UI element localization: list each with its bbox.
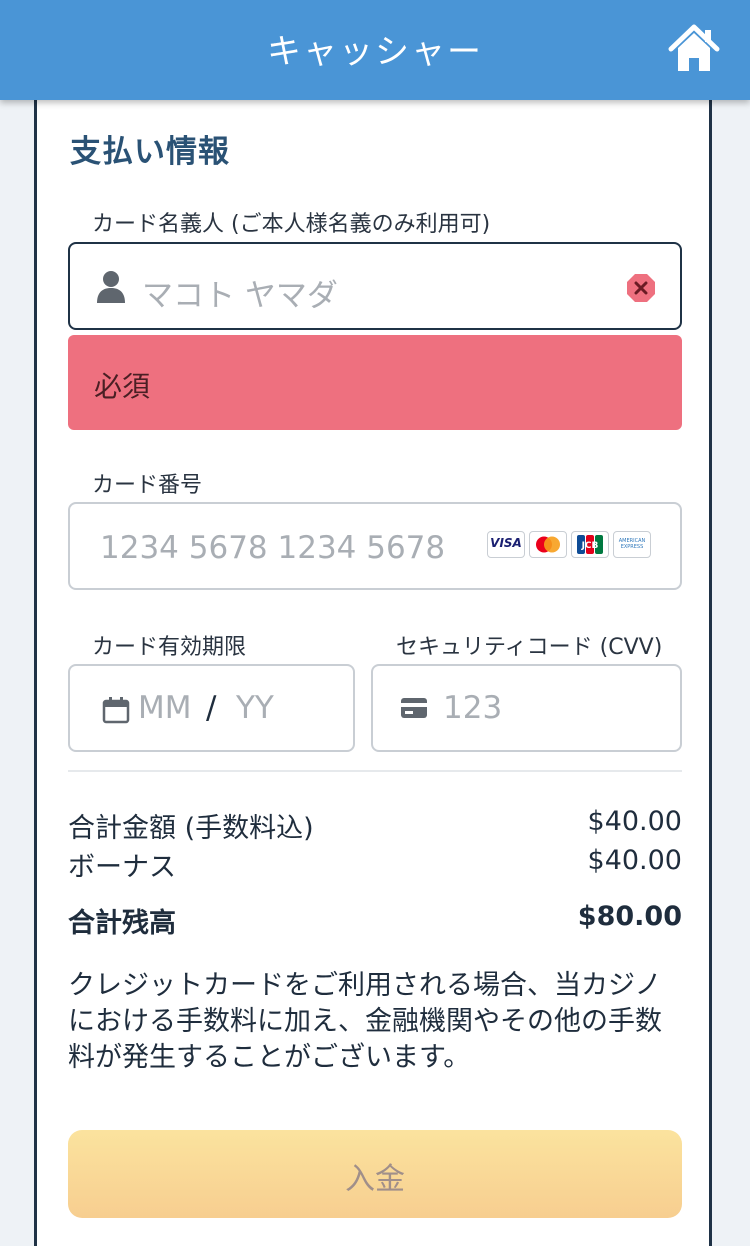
calendar-icon	[102, 696, 130, 728]
jcb-logo: JCB	[571, 531, 609, 558]
deposit-button-label: 入金	[345, 1162, 405, 1197]
cardholder-input[interactable]: マコト ヤマダ	[68, 242, 682, 330]
expiry-label: カード有効期限	[92, 635, 247, 660]
expiry-month-placeholder: MM	[138, 690, 192, 726]
visa-logo: VISA	[487, 531, 525, 558]
error-message: 必須	[68, 335, 682, 430]
error-text: 必須	[94, 370, 151, 403]
svg-text:JCB: JCB	[581, 541, 599, 551]
summary-row-bonus: ボーナス $40.00	[68, 845, 682, 883]
expiry-separator: /	[206, 690, 217, 726]
header-bar: キャッシャー	[0, 0, 750, 100]
card-number-placeholder: 1234 5678 1234 5678	[100, 530, 446, 566]
cardholder-placeholder: マコト ヤマダ	[142, 278, 338, 314]
home-icon[interactable]	[668, 24, 720, 74]
page-title: キャッシャー	[267, 32, 483, 72]
cvv-input[interactable]: 123	[371, 664, 682, 752]
divider	[68, 770, 682, 772]
summary-row-total-balance: 合計残高 $80.00	[68, 901, 682, 939]
amex-logo: AMERICAN EXPRESS	[613, 531, 651, 558]
expiry-input[interactable]: MM / YY	[68, 664, 355, 752]
fee-notice: クレジットカードをご利用される場合、当カジノにおける手数料に加え、金融機関やその…	[68, 970, 662, 1073]
summary-row-total-amount: 合計金額 (手数料込) $40.00	[68, 806, 682, 844]
deposit-button[interactable]: 入金	[68, 1130, 682, 1218]
mastercard-logo	[529, 531, 567, 558]
cvv-placeholder: 123	[443, 690, 503, 726]
user-icon	[96, 270, 126, 308]
card-number-label: カード番号	[92, 473, 203, 498]
section-title: 支払い情報	[70, 134, 230, 170]
card-icon	[401, 698, 427, 722]
cvv-label: セキュリティコード (CVV)	[396, 635, 663, 660]
clear-icon[interactable]	[626, 273, 656, 307]
expiry-year-placeholder: YY	[236, 690, 274, 726]
cardholder-label: カード名義人 (ご本人様名義のみ利用可)	[92, 212, 491, 237]
